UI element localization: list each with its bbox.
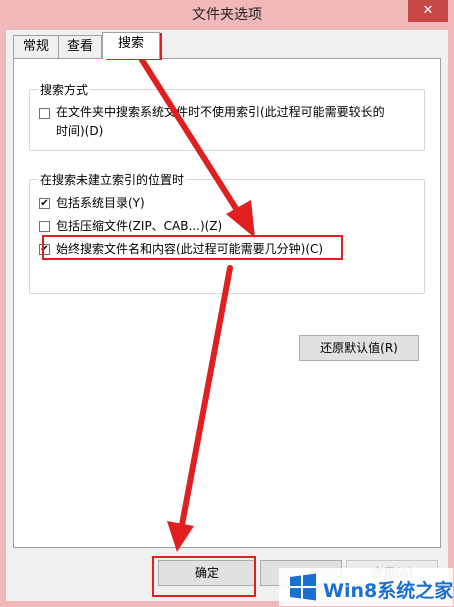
watermark-logo: Win8系统之家 [279,568,453,606]
non-indexed-title: 在搜索未建立索引的位置时 [38,171,187,188]
close-button[interactable]: ✕ [408,0,448,22]
tab-view[interactable]: 查看 [58,35,102,58]
window-title: 文件夹选项 [192,7,262,23]
title-bar: 文件夹选项 ✕ [0,0,454,26]
dialog-client: 常规 查看 搜索 搜索方式 在文件夹中搜索系统文件时不使用索引(此过程可能需要较… [6,30,448,601]
include-compressed-label: 包括压缩文件(ZIP、CAB...)(Z) [56,219,223,233]
search-contents-label: 始终搜索文件名和内容(此过程可能需要几分钟)(C) [56,242,324,256]
non-indexed-group: 在搜索未建立索引的位置时 ✔ 包括系统目录(Y) 包括压缩文件(ZIP、CAB.… [29,171,425,294]
include-compressed-checkbox[interactable] [39,221,50,232]
close-icon: ✕ [422,3,434,18]
no-index-label-line2: 时间)(D) [56,124,104,138]
tab-general[interactable]: 常规 [13,35,59,58]
tab-search[interactable]: 搜索 [102,32,160,59]
no-index-checkbox[interactable] [39,108,50,119]
no-index-label-line1: 在文件夹中搜索系统文件时不使用索引(此过程可能需要较长的 [56,105,385,119]
folder-options-window: 文件夹选项 ✕ 常规 查看 搜索 搜索方式 在文件夹中搜索系统文件时不使用索引(… [0,0,454,607]
search-contents-checkbox[interactable]: ✔ [39,244,50,255]
windows-logo-icon [290,573,316,601]
include-system-dirs-label: 包括系统目录(Y) [56,196,145,210]
checkmark-icon: ✔ [40,244,49,255]
restore-defaults-button[interactable]: 还原默认值(R) [299,335,419,361]
search-method-title: 搜索方式 [38,81,91,98]
search-method-group: 搜索方式 在文件夹中搜索系统文件时不使用索引(此过程可能需要较长的 时间)(D) [29,81,425,151]
tab-panel-search: 搜索方式 在文件夹中搜索系统文件时不使用索引(此过程可能需要较长的 时间)(D)… [13,58,441,548]
ok-button[interactable]: 确定 [158,560,256,586]
include-system-dirs-checkbox[interactable]: ✔ [39,198,50,209]
checkmark-icon: ✔ [40,198,49,209]
watermark-text: Win8系统之家 [323,580,454,602]
